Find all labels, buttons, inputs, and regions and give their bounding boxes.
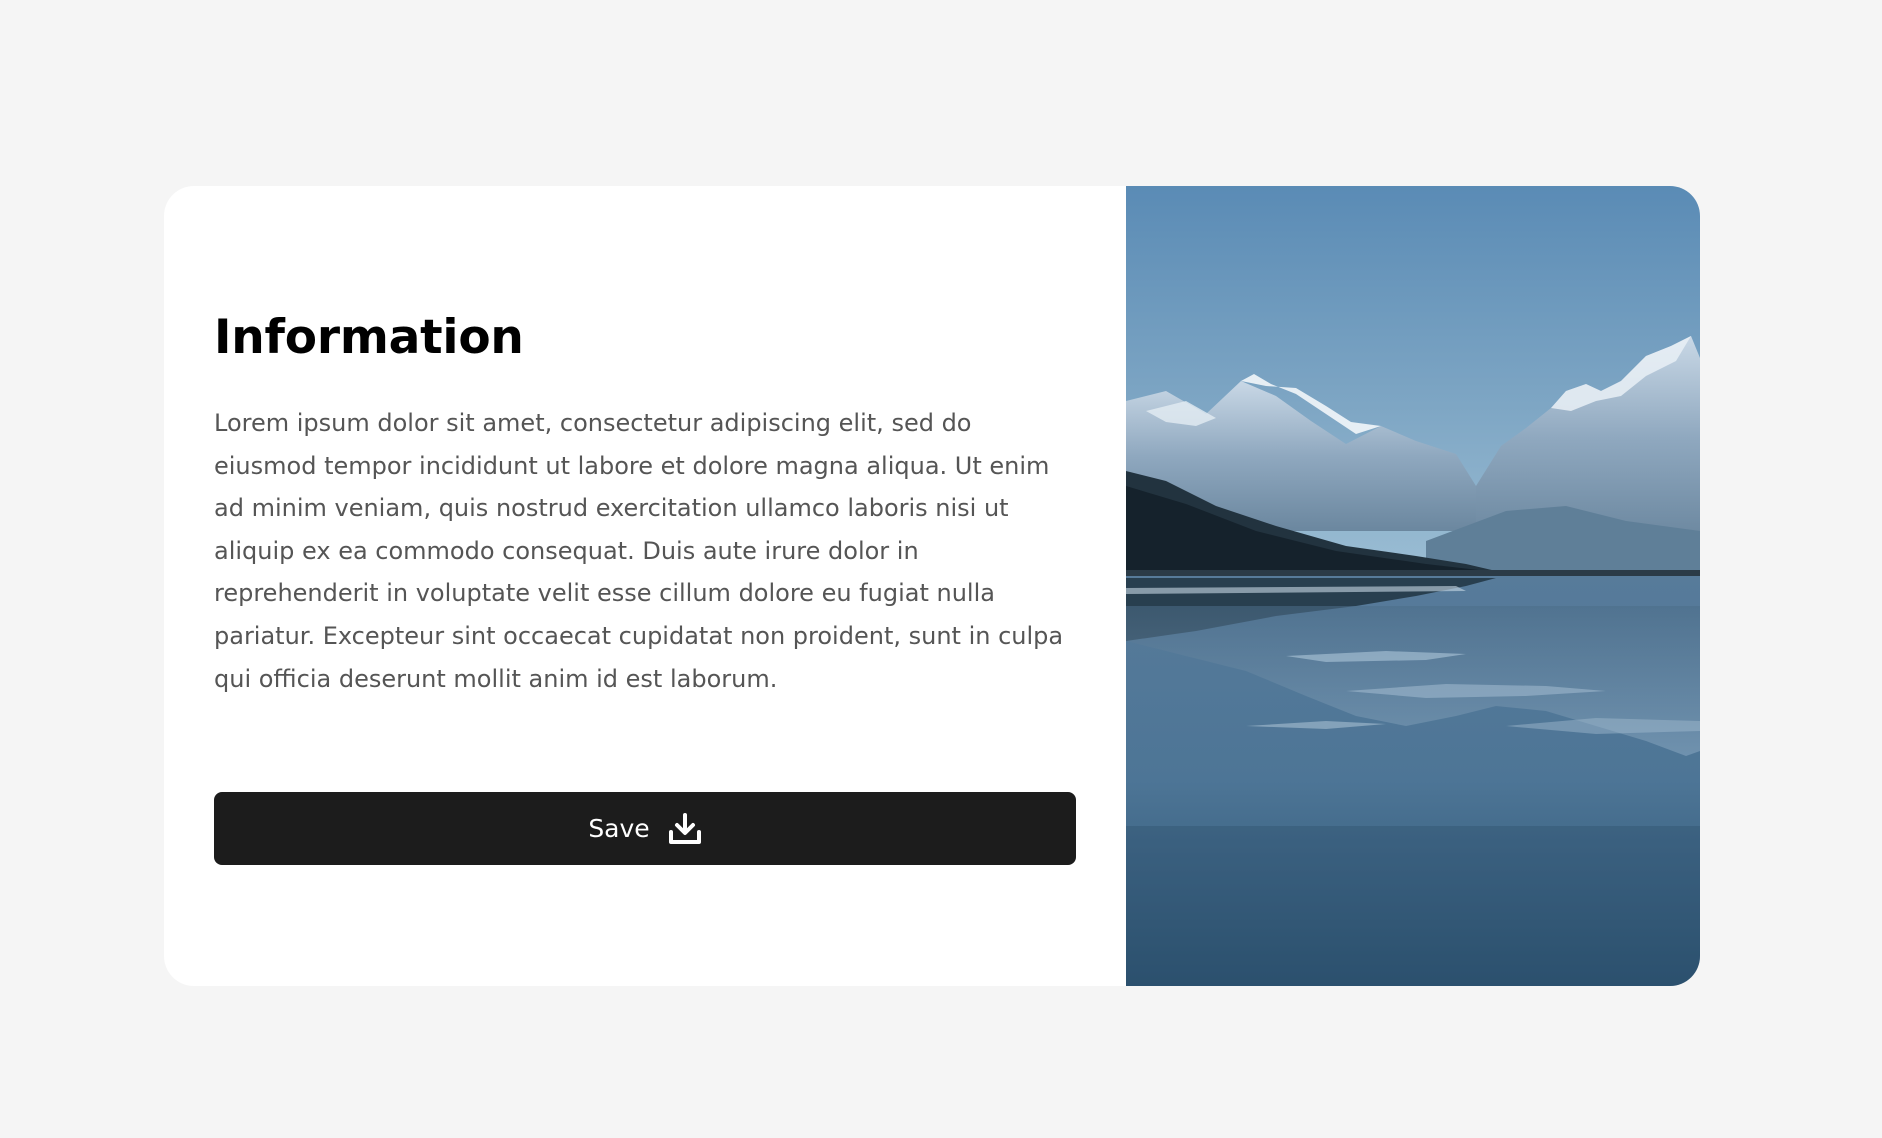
- info-card: Information Lorem ipsum dolor sit amet, …: [164, 186, 1700, 986]
- save-button-label: Save: [588, 814, 650, 843]
- card-body-text: Lorem ipsum dolor sit amet, consectetur …: [214, 409, 1064, 693]
- download-icon: [668, 812, 702, 846]
- landscape-image: [1126, 186, 1700, 986]
- card-content: Information Lorem ipsum dolor sit amet, …: [164, 186, 1126, 986]
- card-title: Information: [214, 310, 524, 365]
- save-button[interactable]: Save: [214, 792, 1076, 865]
